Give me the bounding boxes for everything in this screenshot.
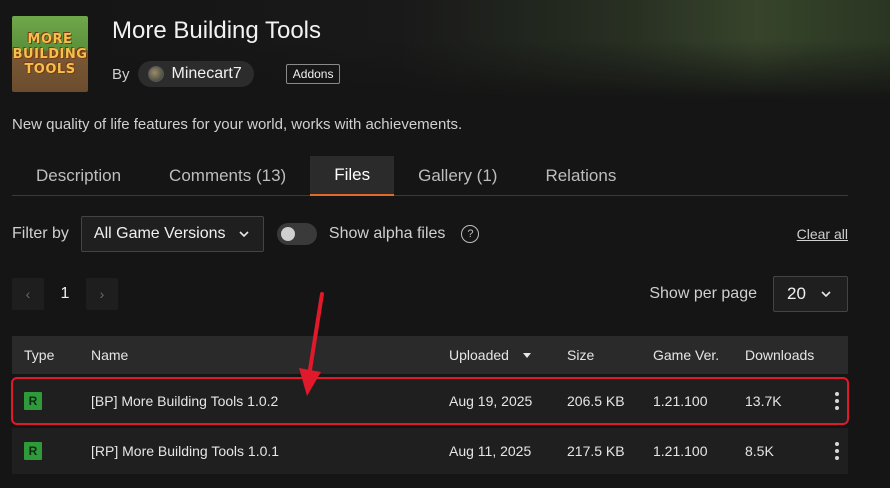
header-downloads[interactable]: Downloads: [745, 347, 825, 363]
download-count: 13.7K: [745, 393, 782, 409]
logo-text-line: MORE: [27, 31, 73, 47]
header-size[interactable]: Size: [567, 347, 653, 363]
file-size: 217.5 KB: [567, 443, 625, 459]
game-version: 1.21.100: [653, 443, 708, 459]
row-menu-button[interactable]: [825, 392, 848, 410]
file-name-link[interactable]: [RP] More Building Tools 1.0.1: [91, 443, 449, 459]
toggle-knob: [280, 227, 295, 241]
row-menu-button[interactable]: [825, 442, 848, 460]
type-cell: R: [12, 442, 91, 460]
filter-by-label: Filter by: [12, 225, 69, 242]
tab-comments[interactable]: Comments (13): [145, 156, 310, 196]
project-summary: New quality of life features for your wo…: [12, 116, 463, 133]
release-badge: R: [24, 392, 42, 410]
project-tabs: Description Comments (13) Files Gallery …: [12, 156, 848, 196]
per-page-value: 20: [787, 284, 806, 303]
project-title: More Building Tools: [112, 17, 322, 44]
author-name: Minecart7: [171, 65, 242, 82]
file-name-link[interactable]: [BP] More Building Tools 1.0.2: [91, 393, 449, 409]
author-avatar-icon: [147, 66, 164, 82]
tab-gallery[interactable]: Gallery (1): [394, 156, 521, 196]
filter-bar: Filter by All Game Versions Show alpha f…: [12, 216, 848, 252]
header-game-version[interactable]: Game Ver.: [653, 347, 745, 363]
uploaded-date: Aug 11, 2025: [449, 443, 532, 459]
files-table: Type Name Uploaded Size Game Ver. Downlo…: [11, 336, 849, 474]
kebab-menu-icon: [834, 442, 839, 460]
header-name[interactable]: Name: [91, 347, 449, 363]
per-page-select[interactable]: 20: [773, 276, 848, 312]
per-page-label: Show per page: [649, 285, 757, 302]
logo-text-line: BUILDING: [12, 46, 88, 62]
table-header: Type Name Uploaded Size Game Ver. Downlo…: [12, 336, 848, 374]
release-badge: R: [24, 442, 42, 460]
game-version-select[interactable]: All Game Versions: [80, 216, 264, 252]
download-count: 8.5K: [745, 443, 774, 459]
file-size: 206.5 KB: [567, 393, 625, 409]
annotation-arrow-icon: [299, 292, 324, 396]
tab-files[interactable]: Files: [310, 156, 395, 196]
logo-text-line: TOOLS: [24, 61, 76, 77]
type-cell: R: [12, 392, 91, 410]
header-uploaded[interactable]: Uploaded: [449, 347, 567, 363]
category-tag[interactable]: Addons: [285, 64, 341, 84]
clear-all-link[interactable]: Clear all: [797, 226, 848, 242]
chevron-down-icon: [239, 231, 249, 238]
by-label: By: [112, 65, 130, 83]
game-version-value: All Game Versions: [93, 225, 226, 242]
next-page-button[interactable]: ›: [86, 278, 118, 310]
tab-description[interactable]: Description: [12, 156, 145, 196]
byline: By Minecart7 Addons: [112, 61, 341, 87]
help-icon[interactable]: ?: [461, 225, 480, 243]
sort-desc-icon: [522, 352, 531, 358]
author-link[interactable]: Minecart7: [137, 61, 254, 87]
project-logo: MORE BUILDING TOOLS: [12, 16, 88, 92]
show-alpha-toggle[interactable]: [276, 223, 317, 245]
header-uploaded-label: Uploaded: [449, 347, 509, 363]
game-version: 1.21.100: [653, 393, 708, 409]
chevron-down-icon: [821, 291, 831, 298]
prev-page-button[interactable]: ‹: [12, 278, 44, 310]
current-page-number[interactable]: 1: [44, 285, 86, 303]
tab-relations[interactable]: Relations: [521, 156, 640, 196]
pagination-bar: ‹ 1 › Show per page 20: [12, 276, 848, 312]
header-type: Type: [24, 347, 55, 363]
table-row[interactable]: R [BP] More Building Tools 1.0.2 Aug 19,…: [11, 377, 849, 425]
kebab-menu-icon: [834, 392, 839, 410]
table-row[interactable]: R [RP] More Building Tools 1.0.1 Aug 11,…: [12, 428, 848, 474]
show-alpha-label: Show alpha files: [328, 225, 446, 242]
uploaded-date: Aug 19, 2025: [449, 393, 533, 409]
